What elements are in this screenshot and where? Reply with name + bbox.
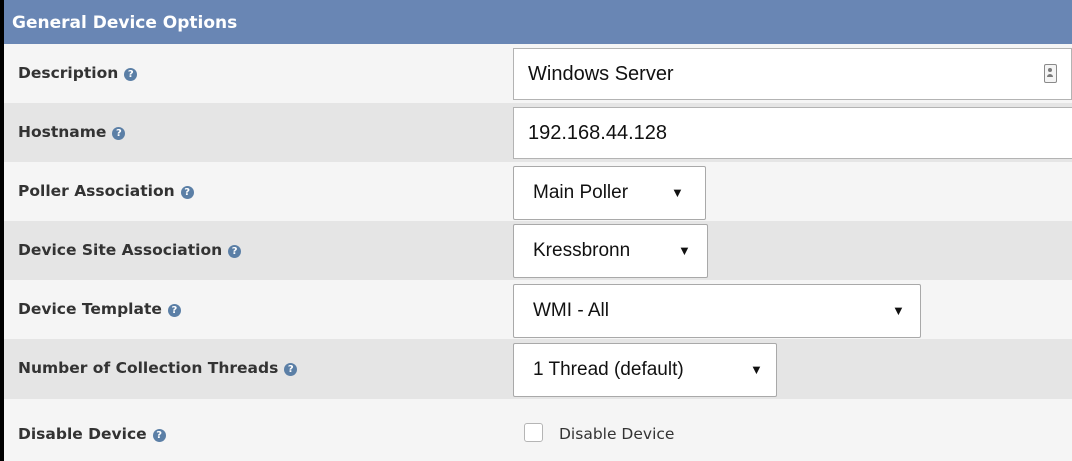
collection-threads-select[interactable]: 1 Thread (default) ▼: [513, 343, 777, 397]
collection-threads-selected: 1 Thread (default): [533, 359, 684, 380]
device-site-association-label: Device Site Association?: [18, 239, 242, 261]
row-collection-threads: Number of Collection Threads? 1 Thread (…: [4, 339, 1072, 399]
description-input[interactable]: Windows Server: [513, 48, 1072, 100]
caret-down-icon: ▼: [671, 185, 684, 200]
caret-down-icon: ▼: [892, 303, 905, 318]
help-icon[interactable]: ?: [180, 186, 194, 199]
row-hostname: Hostname? 192.168.44.128: [4, 103, 1072, 162]
device-template-label: Device Template?: [18, 298, 181, 320]
device-template-selected: WMI - All: [533, 300, 609, 321]
poller-association-label: Poller Association?: [18, 180, 194, 202]
caret-down-icon: ▼: [750, 362, 763, 377]
contact-card-icon[interactable]: [1044, 64, 1057, 83]
row-description: Description? Windows Server: [4, 44, 1072, 103]
section-title: General Device Options: [12, 13, 238, 33]
row-device-template: Device Template? WMI - All ▼: [4, 280, 1072, 339]
help-icon[interactable]: ?: [284, 363, 298, 376]
disable-device-checkbox[interactable]: [524, 423, 543, 442]
row-poller-association: Poller Association? Main Poller ▼: [4, 162, 1072, 221]
caret-down-icon: ▼: [678, 243, 691, 258]
poller-association-selected: Main Poller: [533, 182, 629, 203]
help-icon[interactable]: ?: [167, 304, 181, 317]
section-header: General Device Options: [4, 0, 1072, 44]
help-icon[interactable]: ?: [112, 127, 126, 140]
hostname-value: 192.168.44.128: [528, 122, 668, 144]
disable-device-checkbox-label[interactable]: Disable Device: [559, 423, 674, 445]
help-icon[interactable]: ?: [152, 429, 166, 442]
row-disable-device: Disable Device? Disable Device: [4, 399, 1072, 461]
help-icon[interactable]: ?: [124, 68, 138, 81]
hostname-input[interactable]: 192.168.44.128: [513, 107, 1072, 159]
device-template-select[interactable]: WMI - All ▼: [513, 284, 921, 338]
poller-association-select[interactable]: Main Poller ▼: [513, 166, 706, 220]
device-site-association-select[interactable]: Kressbronn ▼: [513, 224, 708, 278]
collection-threads-label: Number of Collection Threads?: [18, 357, 298, 379]
device-site-association-selected: Kressbronn: [533, 240, 631, 261]
description-label: Description?: [18, 62, 138, 84]
row-device-site-association: Device Site Association? Kressbronn ▼: [4, 221, 1072, 280]
device-options-panel: General Device Options Description? Wind…: [0, 0, 1072, 461]
hostname-label: Hostname?: [18, 121, 126, 143]
disable-device-label: Disable Device?: [18, 423, 166, 445]
description-value: Windows Server: [528, 63, 674, 85]
help-icon[interactable]: ?: [228, 245, 242, 258]
